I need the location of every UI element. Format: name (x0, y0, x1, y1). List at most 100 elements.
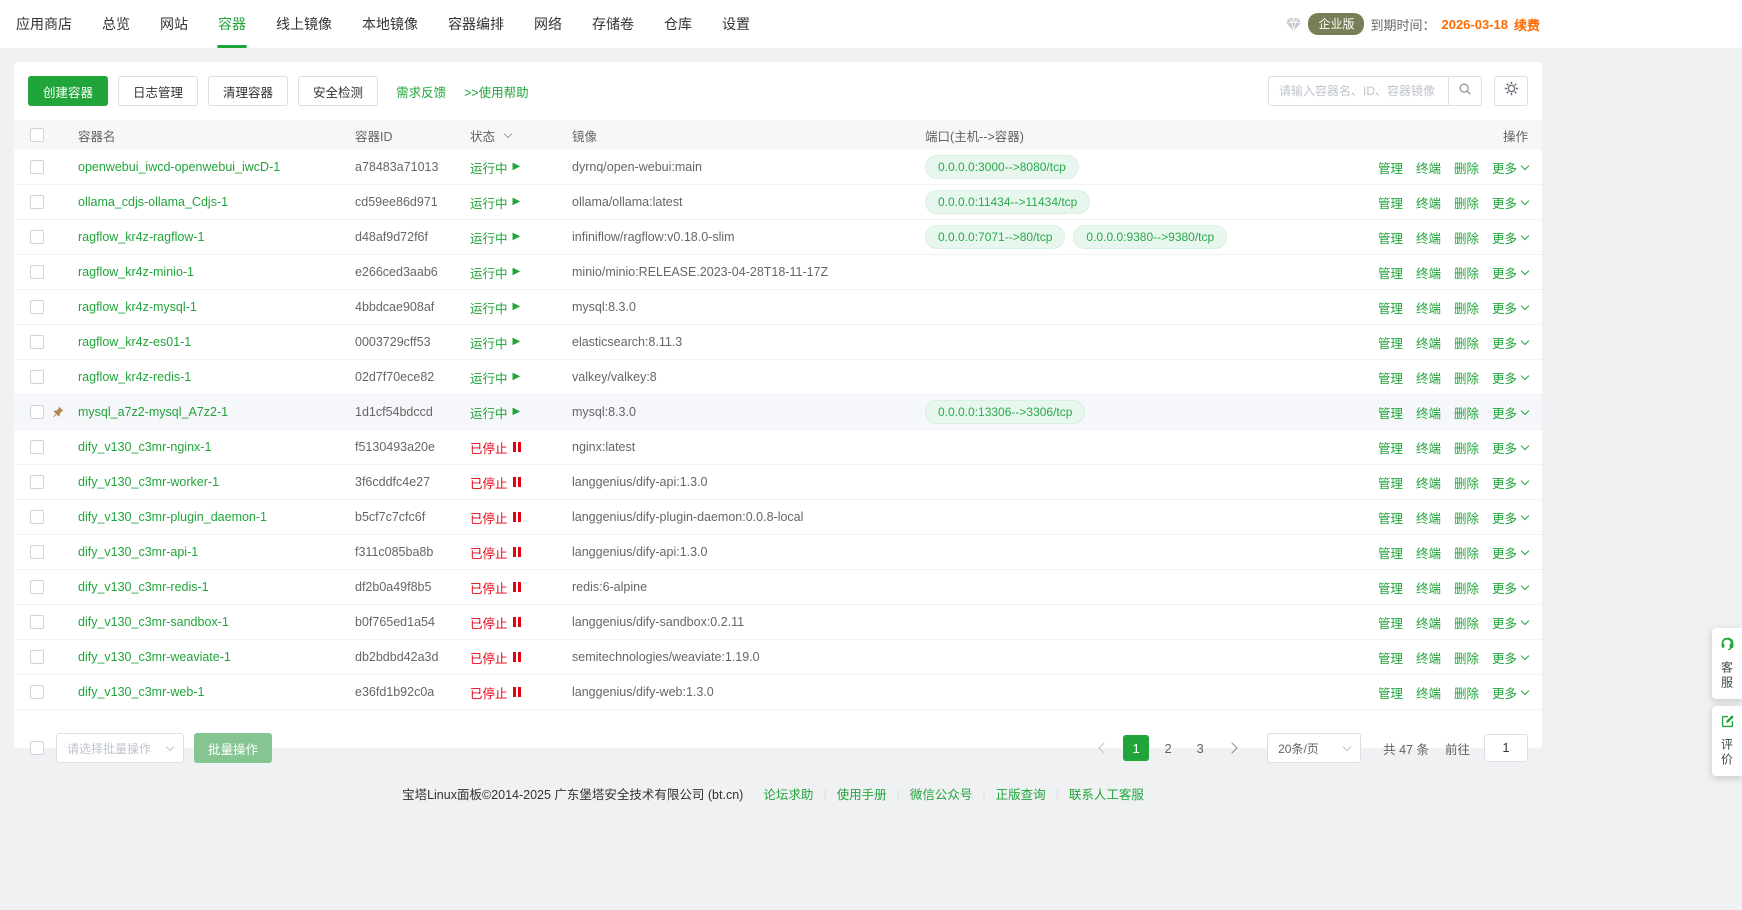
nav-tab[interactable]: 线上镜像 (276, 0, 332, 48)
action-delete-link[interactable]: 删除 (1454, 648, 1479, 667)
table-row[interactable]: dify_v130_c3mr-api-1f311c085ba8b已停止langg… (14, 535, 1542, 570)
feedback-link[interactable]: 需求反馈 (396, 82, 446, 101)
nav-tab[interactable]: 容器 (218, 0, 246, 48)
action-more-dropdown[interactable]: 更多 (1492, 158, 1528, 177)
container-name-link[interactable]: mysql_a7z2-mysql_A7z2-1 (78, 405, 228, 419)
action-terminal-link[interactable]: 终端 (1416, 158, 1441, 177)
container-name-link[interactable]: dify_v130_c3mr-nginx-1 (78, 440, 211, 454)
status-label[interactable]: 已停止 (470, 508, 508, 527)
action-delete-link[interactable]: 删除 (1454, 438, 1479, 457)
action-more-dropdown[interactable]: 更多 (1492, 333, 1528, 352)
footer-link[interactable]: 正版查询 (996, 788, 1046, 802)
status-label[interactable]: 运行中 (470, 158, 508, 177)
table-row[interactable]: ragflow_kr4z-redis-102d7f70ece82运行中▶valk… (14, 360, 1542, 395)
container-name-link[interactable]: dify_v130_c3mr-worker-1 (78, 475, 219, 489)
select-all-checkbox[interactable] (30, 128, 44, 142)
container-name-link[interactable]: ragflow_kr4z-mysql-1 (78, 300, 197, 314)
action-more-dropdown[interactable]: 更多 (1492, 193, 1528, 212)
action-more-dropdown[interactable]: 更多 (1492, 298, 1528, 317)
action-more-dropdown[interactable]: 更多 (1492, 438, 1528, 457)
row-checkbox[interactable] (30, 475, 44, 489)
next-page-button[interactable] (1219, 735, 1245, 761)
action-terminal-link[interactable]: 终端 (1416, 263, 1441, 282)
row-checkbox[interactable] (30, 195, 44, 209)
action-delete-link[interactable]: 删除 (1454, 158, 1479, 177)
container-name-link[interactable]: ollama_cdjs-ollama_Cdjs-1 (78, 195, 228, 209)
table-row[interactable]: dify_v130_c3mr-worker-13f6cddfc4e27已停止la… (14, 465, 1542, 500)
action-terminal-link[interactable]: 终端 (1416, 298, 1441, 317)
action-more-dropdown[interactable]: 更多 (1492, 508, 1528, 527)
status-label[interactable]: 已停止 (470, 438, 508, 457)
table-row[interactable]: dify_v130_c3mr-redis-1df2b0a49f8b5已停止red… (14, 570, 1542, 605)
table-row[interactable]: dify_v130_c3mr-sandbox-1b0f765ed1a54已停止l… (14, 605, 1542, 640)
action-more-dropdown[interactable]: 更多 (1492, 683, 1528, 702)
action-delete-link[interactable]: 删除 (1454, 263, 1479, 282)
status-label[interactable]: 运行中 (470, 298, 508, 317)
goto-page-input[interactable] (1484, 734, 1528, 762)
row-checkbox[interactable] (30, 335, 44, 349)
nav-tab[interactable]: 仓库 (664, 0, 692, 48)
action-manage-link[interactable]: 管理 (1378, 403, 1403, 422)
nav-tab[interactable]: 本地镜像 (362, 0, 418, 48)
container-name-link[interactable]: dify_v130_c3mr-redis-1 (78, 580, 209, 594)
action-terminal-link[interactable]: 终端 (1416, 193, 1441, 212)
row-checkbox[interactable] (30, 370, 44, 384)
settings-button[interactable] (1494, 76, 1528, 106)
action-delete-link[interactable]: 删除 (1454, 193, 1479, 212)
action-manage-link[interactable]: 管理 (1378, 578, 1403, 597)
action-terminal-link[interactable]: 终端 (1416, 648, 1441, 667)
page-button[interactable]: 1 (1123, 735, 1149, 761)
nav-tab[interactable]: 网络 (534, 0, 562, 48)
action-manage-link[interactable]: 管理 (1378, 228, 1403, 247)
action-terminal-link[interactable]: 终端 (1416, 473, 1441, 492)
container-name-link[interactable]: dify_v130_c3mr-plugin_daemon-1 (78, 510, 267, 524)
container-name-link[interactable]: openwebui_iwcd-openwebui_iwcD-1 (78, 160, 280, 174)
batch-action-select[interactable]: 请选择批量操作 (56, 733, 184, 763)
container-name-link[interactable]: dify_v130_c3mr-weaviate-1 (78, 650, 231, 664)
help-link[interactable]: >>使用帮助 (464, 82, 529, 101)
container-name-link[interactable]: ragflow_kr4z-ragflow-1 (78, 230, 204, 244)
action-delete-link[interactable]: 删除 (1454, 403, 1479, 422)
row-checkbox[interactable] (30, 230, 44, 244)
action-more-dropdown[interactable]: 更多 (1492, 263, 1528, 282)
action-more-dropdown[interactable]: 更多 (1492, 543, 1528, 562)
status-label[interactable]: 已停止 (470, 613, 508, 632)
action-delete-link[interactable]: 删除 (1454, 473, 1479, 492)
action-terminal-link[interactable]: 终端 (1416, 403, 1441, 422)
action-more-dropdown[interactable]: 更多 (1492, 403, 1528, 422)
prev-page-button[interactable] (1091, 735, 1117, 761)
customer-service-widget[interactable]: 客服 (1712, 628, 1742, 699)
container-name-link[interactable]: ragflow_kr4z-minio-1 (78, 265, 194, 279)
nav-tab[interactable]: 总览 (102, 0, 130, 48)
table-row[interactable]: ollama_cdjs-ollama_Cdjs-1cd59ee86d971运行中… (14, 185, 1542, 220)
port-mapping-badge[interactable]: 0.0.0.0:7071-->80/tcp (925, 225, 1065, 249)
port-mapping-badge[interactable]: 0.0.0.0:9380-->9380/tcp (1073, 225, 1227, 249)
footer-link[interactable]: 论坛求助 (763, 788, 813, 802)
action-manage-link[interactable]: 管理 (1378, 613, 1403, 632)
review-widget[interactable]: 评价 (1712, 706, 1742, 776)
action-delete-link[interactable]: 删除 (1454, 333, 1479, 352)
row-checkbox[interactable] (30, 440, 44, 454)
action-delete-link[interactable]: 删除 (1454, 298, 1479, 317)
action-terminal-link[interactable]: 终端 (1416, 578, 1441, 597)
action-more-dropdown[interactable]: 更多 (1492, 473, 1528, 492)
page-size-select[interactable]: 20条/页 (1267, 733, 1361, 763)
status-label[interactable]: 运行中 (470, 368, 508, 387)
row-checkbox[interactable] (30, 615, 44, 629)
header-status[interactable]: 状态 (470, 126, 572, 145)
row-checkbox[interactable] (30, 160, 44, 174)
nav-tab[interactable]: 应用商店 (16, 0, 72, 48)
status-label[interactable]: 已停止 (470, 473, 508, 492)
nav-tab[interactable]: 容器编排 (448, 0, 504, 48)
action-more-dropdown[interactable]: 更多 (1492, 368, 1528, 387)
nav-tab[interactable]: 设置 (722, 0, 750, 48)
status-label[interactable]: 运行中 (470, 333, 508, 352)
action-terminal-link[interactable]: 终端 (1416, 228, 1441, 247)
status-label[interactable]: 已停止 (470, 648, 508, 667)
nav-tab[interactable]: 网站 (160, 0, 188, 48)
container-name-link[interactable]: dify_v130_c3mr-web-1 (78, 685, 204, 699)
table-row[interactable]: openwebui_iwcd-openwebui_iwcD-1a78483a71… (14, 150, 1542, 185)
row-checkbox[interactable] (30, 650, 44, 664)
create-container-button[interactable]: 创建容器 (28, 76, 108, 106)
row-checkbox[interactable] (30, 405, 44, 419)
